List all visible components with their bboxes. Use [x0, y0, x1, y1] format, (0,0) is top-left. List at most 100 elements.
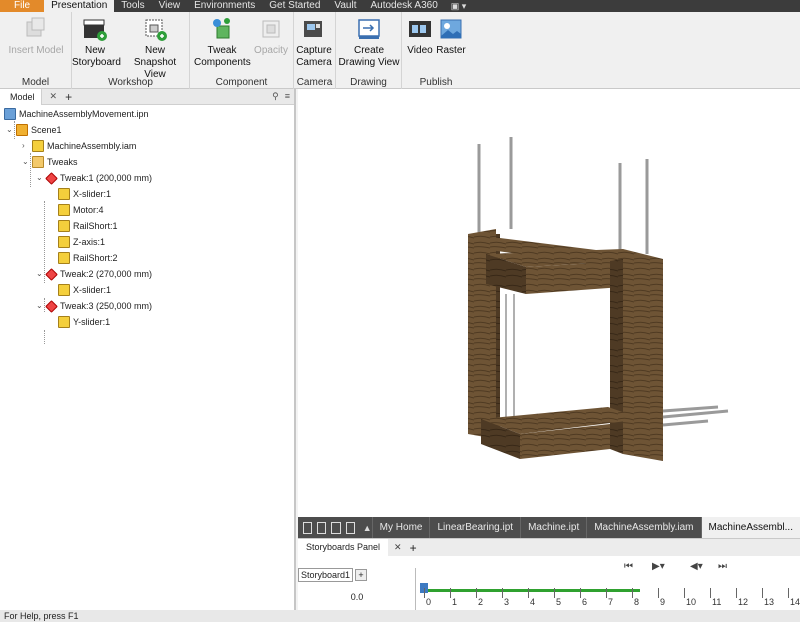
timeline-tick-label: 14	[790, 597, 800, 607]
model-browser: Model ✕ + ⚲ ≡ MachineAssemblyMovement.ip…	[0, 88, 296, 610]
tree-node-x-slider[interactable]: X-slider:1	[58, 186, 111, 202]
doc-tab-linear-bearing[interactable]: LinearBearing.ipt	[429, 517, 520, 538]
expand-icon[interactable]: ›	[22, 138, 32, 154]
timeline-tick	[736, 588, 737, 598]
timeline-tick	[450, 588, 451, 598]
tab-list-icon[interactable]: ▲	[363, 523, 372, 533]
tree-label: Tweak:2 (270,000 mm)	[60, 269, 153, 279]
tree-label: MachineAssemblyMovement.ipn	[19, 109, 149, 119]
tab-presentation[interactable]: Presentation	[44, 0, 115, 12]
arrange-horizontal-icon[interactable]	[331, 521, 341, 534]
graphics-viewport[interactable]	[298, 89, 800, 517]
tree-label: Tweak:3 (250,000 mm)	[60, 301, 153, 311]
cascade-windows-icon[interactable]	[317, 521, 327, 534]
go-to-end-icon[interactable]: ⏭	[718, 561, 727, 572]
panel-workshop: New Storyboard New Snapshot View Worksho…	[72, 12, 190, 89]
timeline-tick	[528, 588, 529, 598]
tree-node-railshort-1[interactable]: RailShort:1	[58, 218, 118, 234]
tab-autodesk-a360[interactable]: Autodesk A360	[363, 0, 444, 12]
search-icon[interactable]: ⚲	[272, 91, 279, 102]
tile-windows-icon[interactable]	[303, 521, 313, 534]
ribbon: Insert Model Model New Storyboard New Sn…	[0, 12, 800, 89]
add-tab-icon[interactable]: +	[65, 90, 72, 104]
tree-node-motor[interactable]: Motor:4	[58, 202, 104, 218]
tweak-icon	[45, 267, 58, 281]
storyboard-tab[interactable]: Storyboard1	[298, 568, 354, 582]
tree-node-railshort-2[interactable]: RailShort:2	[58, 250, 118, 266]
timeline-ruler[interactable]: 0 1 2 3 4 5 6 7 8 9 10 11 12 13 14	[420, 583, 800, 611]
tree-node-tweak-2[interactable]: ⌄ Tweak:2 (270,000 mm)	[36, 266, 152, 282]
new-storyboard-button[interactable]: New Storyboard	[72, 16, 121, 69]
status-bar: For Help, press F1	[0, 610, 800, 622]
close-icon[interactable]: ✕	[394, 542, 402, 553]
collapse-icon[interactable]: ⌄	[22, 154, 32, 170]
presentation-file-icon	[4, 108, 16, 120]
go-to-start-icon[interactable]: ⏮	[624, 561, 633, 572]
tree-node-y-slider[interactable]: Y-slider:1	[58, 314, 110, 330]
tree-node-assembly[interactable]: › MachineAssembly.iam	[22, 138, 136, 154]
storyboard-icon	[83, 19, 107, 41]
tree-label: X-slider:1	[73, 189, 112, 199]
tree-node-tweak-3[interactable]: ⌄ Tweak:3 (250,000 mm)	[36, 298, 152, 314]
timeline-tick-label: 2	[478, 597, 484, 607]
raster-icon	[440, 19, 462, 39]
timeline-tick	[606, 588, 607, 598]
panel-drawing: Create Drawing View Drawing	[336, 12, 402, 89]
tree-node-x-slider-2[interactable]: X-slider:1	[58, 282, 111, 298]
tree-node-scene[interactable]: ⌄ Scene1	[6, 122, 62, 138]
tweak-label-1: Tweak	[207, 45, 237, 56]
timeline-tick	[424, 588, 425, 598]
new-snapshot-view-button[interactable]: New Snapshot View	[122, 16, 188, 81]
tab-vault[interactable]: Vault	[327, 0, 363, 12]
timeline-tick-label: 4	[530, 597, 536, 607]
video-label: Video	[407, 45, 433, 56]
assembly-model[interactable]	[298, 89, 800, 517]
insert-model-button[interactable]: Insert Model	[6, 16, 66, 57]
collapse-icon[interactable]: ⌄	[6, 122, 16, 138]
raster-button[interactable]: Raster	[436, 16, 466, 57]
tab-get-started[interactable]: Get Started	[262, 0, 327, 12]
menu-icon[interactable]: ≡	[285, 91, 290, 102]
tree-node-root[interactable]: MachineAssemblyMovement.ipn	[4, 106, 149, 122]
arrange-vertical-icon[interactable]	[345, 521, 355, 534]
doc-tab-machine[interactable]: Machine.ipt	[520, 517, 586, 538]
create-drawing-view-button[interactable]: Create Drawing View	[338, 16, 400, 69]
part-icon	[58, 252, 70, 264]
tab-environments[interactable]: Environments	[187, 0, 262, 12]
add-storyboard-icon[interactable]: +	[355, 569, 368, 581]
add-panel-icon[interactable]: +	[410, 541, 417, 555]
tab-file[interactable]: File	[0, 0, 45, 12]
timeline-tick	[476, 588, 477, 598]
tree-node-z-axis[interactable]: Z-axis:1	[58, 234, 105, 250]
vertical-rods	[477, 137, 649, 255]
browser-tab-model[interactable]: Model	[0, 88, 42, 105]
tab-tools[interactable]: Tools	[114, 0, 151, 12]
play-reverse-icon[interactable]: ◀▾	[690, 561, 703, 572]
storyboard-panel-title[interactable]: Storyboards Panel	[298, 539, 389, 556]
doc-tab-active-presentation[interactable]: MachineAssembl...	[700, 517, 800, 538]
tree-label: Z-axis:1	[73, 237, 106, 247]
camera-icon	[304, 21, 322, 37]
tab-overflow-icon[interactable]: ▣ ▾	[445, 0, 473, 12]
panel-camera-title: Camera	[296, 77, 333, 88]
tab-view[interactable]: View	[152, 0, 188, 12]
bottom-rods	[662, 405, 729, 427]
timeline-tick	[762, 588, 763, 598]
part-icon	[58, 204, 70, 216]
raster-label: Raster	[436, 45, 466, 56]
tweak-components-button[interactable]: Tweak Components	[194, 16, 251, 69]
tree-node-tweaks[interactable]: ⌄ Tweaks	[22, 154, 78, 170]
current-time: 0.0	[350, 592, 364, 602]
doc-tab-my-home[interactable]: My Home	[371, 517, 430, 538]
tree-node-tweak-1[interactable]: ⌄ Tweak:1 (200,000 mm)	[36, 170, 152, 186]
panel-component-title: Component	[215, 77, 268, 88]
opacity-button[interactable]: Opacity	[252, 16, 290, 57]
video-button[interactable]: Video	[406, 16, 434, 57]
capture-camera-button[interactable]: Capture Camera	[294, 16, 334, 69]
timeline-tick-label: 7	[608, 597, 614, 607]
insert-model-icon	[26, 17, 45, 37]
close-icon[interactable]: ✕	[50, 91, 58, 102]
play-forward-icon[interactable]: ▶▾	[652, 561, 665, 572]
browser-header: Model ✕ + ⚲ ≡	[0, 88, 294, 105]
doc-tab-machine-assembly[interactable]: MachineAssembly.iam	[586, 517, 700, 538]
